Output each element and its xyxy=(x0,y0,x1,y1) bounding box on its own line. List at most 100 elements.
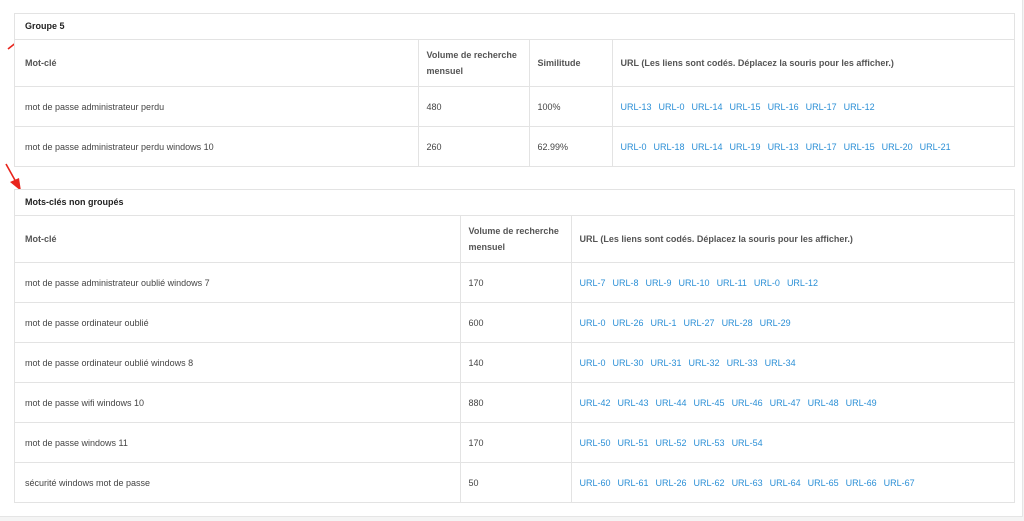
url-link[interactable]: URL-26 xyxy=(613,318,644,328)
url-link[interactable]: URL-61 xyxy=(618,478,649,488)
url-link[interactable]: URL-1 xyxy=(651,318,677,328)
keyword-cell: mot de passe wifi windows 10 xyxy=(15,382,460,423)
url-link[interactable]: URL-65 xyxy=(808,478,839,488)
table-row: mot de passe administrateur oublié windo… xyxy=(15,262,1014,303)
url-link[interactable]: URL-43 xyxy=(618,398,649,408)
url-link[interactable]: URL-60 xyxy=(580,478,611,488)
similarity-cell: 100% xyxy=(528,86,612,127)
url-link[interactable]: URL-17 xyxy=(806,142,837,152)
url-link[interactable]: URL-42 xyxy=(580,398,611,408)
url-link[interactable]: URL-21 xyxy=(920,142,951,152)
url-link[interactable]: URL-14 xyxy=(692,142,723,152)
url-link[interactable]: URL-12 xyxy=(787,278,818,288)
url-link[interactable]: URL-0 xyxy=(754,278,780,288)
url-list: URL-7 URL-8 URL-9 URL-10 URL-11 URL-0 URL-12 xyxy=(570,262,1014,303)
url-list: URL-0 URL-26 URL-1 URL-27 URL-28 URL-29 xyxy=(570,302,1014,343)
url-list: URL-42 URL-43 URL-44 URL-45 URL-46 URL-47 URL-… xyxy=(570,382,1014,423)
keyword-table: Mot-clé Volume de recherche mensuel URL … xyxy=(15,216,1014,502)
url-link[interactable]: URL-32 xyxy=(689,358,720,368)
group-title: Groupe 5 xyxy=(15,14,1014,40)
url-link[interactable]: URL-0 xyxy=(580,358,606,368)
url-link[interactable]: URL-28 xyxy=(722,318,753,328)
volume-cell: 170 xyxy=(459,422,571,463)
volume-cell: 50 xyxy=(459,462,571,502)
volume-cell: 880 xyxy=(459,382,571,423)
url-link[interactable]: URL-15 xyxy=(730,102,761,112)
url-link[interactable]: URL-10 xyxy=(679,278,710,288)
url-link[interactable]: URL-0 xyxy=(621,142,647,152)
url-link[interactable]: URL-67 xyxy=(884,478,915,488)
url-link[interactable]: URL-66 xyxy=(846,478,877,488)
ungrouped-keywords: Mots-clés non groupés Mot-clé Volume de … xyxy=(14,189,1015,503)
table-row: mot de passe ordinateur oublié 600 URL-0… xyxy=(15,302,1014,343)
url-link[interactable]: URL-48 xyxy=(808,398,839,408)
keyword-cell: mot de passe ordinateur oublié xyxy=(15,302,460,343)
keyword-cell: mot de passe administrateur perdu xyxy=(15,86,418,127)
keyword-table: Mot-clé Volume de recherche mensuel Simi… xyxy=(15,40,1014,166)
keyword-cell: mot de passe ordinateur oublié windows 8 xyxy=(15,342,460,383)
url-link[interactable]: URL-26 xyxy=(656,478,687,488)
url-link[interactable]: URL-18 xyxy=(654,142,685,152)
volume-cell: 260 xyxy=(417,126,529,166)
table-row: mot de passe administrateur perdu 480 10… xyxy=(15,86,1014,127)
url-link[interactable]: URL-46 xyxy=(732,398,763,408)
url-link[interactable]: URL-31 xyxy=(651,358,682,368)
url-link[interactable]: URL-14 xyxy=(692,102,723,112)
url-link[interactable]: URL-51 xyxy=(618,438,649,448)
url-list: URL-13 URL-0 URL-14 URL-15 URL-16 URL-17 URL-1… xyxy=(611,86,1014,127)
url-link[interactable]: URL-47 xyxy=(770,398,801,408)
url-link[interactable]: URL-34 xyxy=(765,358,796,368)
url-link[interactable]: URL-17 xyxy=(806,102,837,112)
url-link[interactable]: URL-9 xyxy=(646,278,672,288)
url-link[interactable]: URL-0 xyxy=(659,102,685,112)
url-link[interactable]: URL-62 xyxy=(694,478,725,488)
url-link[interactable]: URL-0 xyxy=(580,318,606,328)
url-link[interactable]: URL-13 xyxy=(621,102,652,112)
url-link[interactable]: URL-20 xyxy=(882,142,913,152)
url-link[interactable]: URL-44 xyxy=(656,398,687,408)
page: Groupe 5 Mot-clé Volume de recherche men… xyxy=(0,0,1023,517)
url-link[interactable]: URL-7 xyxy=(580,278,606,288)
keyword-cell: mot de passe administrateur oublié windo… xyxy=(15,262,460,303)
table-row: mot de passe administrateur perdu window… xyxy=(15,126,1014,166)
url-link[interactable]: URL-16 xyxy=(768,102,799,112)
url-link[interactable]: URL-53 xyxy=(694,438,725,448)
column-header-urls: URL (Les liens sont codés. Déplacez la s… xyxy=(611,40,1014,87)
url-link[interactable]: URL-8 xyxy=(613,278,639,288)
url-link[interactable]: URL-63 xyxy=(732,478,763,488)
group-title: Mots-clés non groupés xyxy=(15,190,1014,216)
url-link[interactable]: URL-45 xyxy=(694,398,725,408)
column-header-keyword: Mot-clé xyxy=(25,234,57,244)
url-link[interactable]: URL-29 xyxy=(760,318,791,328)
keyword-cell: mot de passe windows 11 xyxy=(15,422,460,463)
url-list: URL-50 URL-51 URL-52 URL-53 URL-54 xyxy=(570,422,1014,463)
url-list: URL-0 URL-18 URL-14 URL-19 URL-13 URL-17 URL-1… xyxy=(611,126,1014,166)
url-link[interactable]: URL-13 xyxy=(768,142,799,152)
table-row: sécurité windows mot de passe 50 URL-60 U… xyxy=(15,462,1014,502)
url-link[interactable]: URL-30 xyxy=(613,358,644,368)
keyword-cell: mot de passe administrateur perdu window… xyxy=(15,126,418,166)
url-link[interactable]: URL-33 xyxy=(727,358,758,368)
column-header-urls: URL (Les liens sont codés. Déplacez la s… xyxy=(570,216,1014,263)
url-link[interactable]: URL-12 xyxy=(844,102,875,112)
table-row: mot de passe ordinateur oublié windows 8… xyxy=(15,342,1014,383)
url-link[interactable]: URL-64 xyxy=(770,478,801,488)
url-link[interactable]: URL-49 xyxy=(846,398,877,408)
volume-cell: 600 xyxy=(459,302,571,343)
table-row: mot de passe windows 11 170 URL-50 URL-51… xyxy=(15,422,1014,463)
volume-cell: 140 xyxy=(459,342,571,383)
url-link[interactable]: URL-52 xyxy=(656,438,687,448)
column-header-volume: Volume de recherche mensuel xyxy=(417,40,529,87)
similarity-cell: 62.99% xyxy=(528,126,612,166)
table-row: mot de passe wifi windows 10 880 URL-42 U… xyxy=(15,382,1014,423)
url-list: URL-0 URL-30 URL-31 URL-32 URL-33 URL-34 xyxy=(570,342,1014,383)
keyword-cell: sécurité windows mot de passe xyxy=(15,462,460,502)
url-link[interactable]: URL-11 xyxy=(717,278,747,288)
url-link[interactable]: URL-27 xyxy=(684,318,715,328)
url-link[interactable]: URL-19 xyxy=(730,142,761,152)
column-header-volume: Volume de recherche mensuel xyxy=(459,216,571,263)
url-link[interactable]: URL-54 xyxy=(732,438,763,448)
volume-cell: 170 xyxy=(459,262,571,303)
url-link[interactable]: URL-50 xyxy=(580,438,611,448)
url-link[interactable]: URL-15 xyxy=(844,142,875,152)
